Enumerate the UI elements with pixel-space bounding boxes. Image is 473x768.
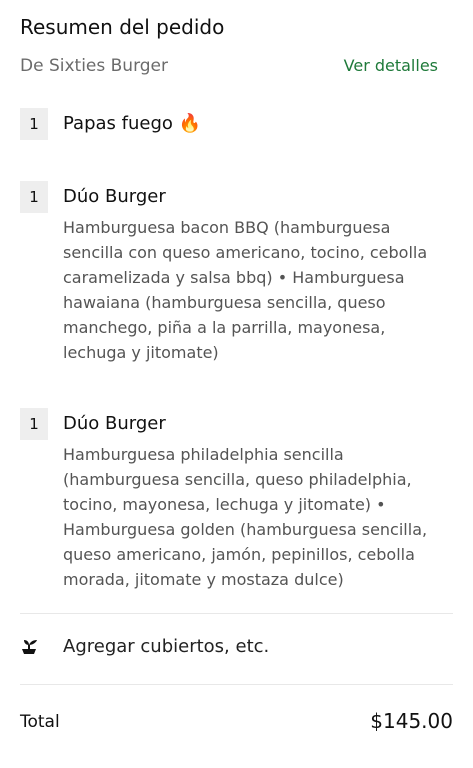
divider (20, 613, 453, 614)
order-item: 1 Dúo Burger Hamburguesa bacon BBQ (hamb… (20, 181, 453, 371)
item-name: Dúo Burger (63, 186, 166, 207)
order-item: 1 Papas fuego 🔥 (20, 108, 453, 142)
item-quantity: 1 (20, 408, 48, 440)
item-description: Hamburguesa philadelphia sencilla (hambu… (63, 445, 428, 589)
add-utensils-label: Agregar cubiertos, etc. (63, 636, 270, 657)
divider (20, 684, 453, 685)
order-item: 1 Dúo Burger Hamburguesa philadelphia se… (20, 408, 453, 598)
page-title: Resumen del pedido (20, 15, 225, 39)
total-value: $145.00 (370, 709, 453, 733)
restaurant-row: De Sixties Burger Ver detalles (20, 52, 453, 80)
add-utensils-row[interactable]: Agregar cubiertos, etc. (20, 632, 453, 662)
item-quantity: 1 (20, 181, 48, 213)
total-label: Total (20, 712, 60, 732)
item-description: Hamburguesa bacon BBQ (hamburguesa senci… (63, 218, 428, 362)
item-name: Papas fuego 🔥 (63, 113, 202, 134)
item-quantity: 1 (20, 108, 48, 140)
utensils-icon (20, 637, 40, 657)
view-details-link[interactable]: Ver detalles (344, 52, 438, 80)
item-name: Dúo Burger (63, 413, 166, 434)
restaurant-name: De Sixties Burger (20, 56, 169, 76)
